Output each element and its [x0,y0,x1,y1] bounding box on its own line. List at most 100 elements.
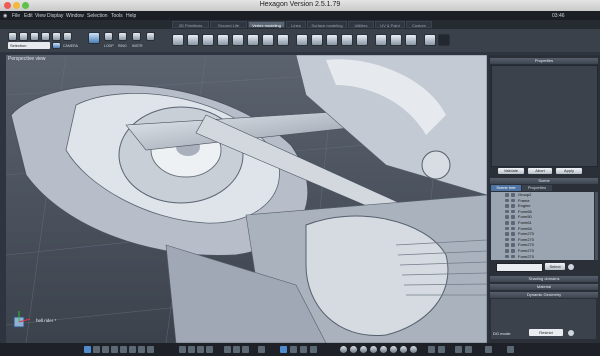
shading-ao-icon[interactable] [410,346,417,353]
shading-texture-icon[interactable] [360,346,367,353]
abort-button[interactable]: Abort [528,168,552,174]
slice-icon[interactable] [232,34,244,46]
lock-icon[interactable] [511,204,515,208]
select-tool-icon[interactable] [88,32,100,44]
universal-icon[interactable] [52,32,61,41]
symmetry-icon[interactable] [326,34,338,46]
sculpt-icon[interactable] [375,34,387,46]
shading-flat-icon[interactable] [340,346,347,353]
bridge-icon[interactable] [262,34,274,46]
shading-shadow-icon[interactable] [400,346,407,353]
frame-icon[interactable] [310,346,317,353]
lock-icon[interactable] [511,221,515,225]
lock-icon[interactable] [511,193,515,197]
view-perspective-icon[interactable] [206,346,213,353]
lock-icon[interactable] [511,254,515,259]
view-side-icon[interactable] [188,346,195,353]
eye-icon[interactable] [505,209,509,214]
view-front-icon[interactable] [179,346,186,353]
grid-icon[interactable] [224,346,231,353]
select-edge-icon[interactable] [118,32,127,41]
layout-single-icon[interactable] [84,346,91,353]
environment-icon[interactable] [438,346,445,353]
eye-icon[interactable] [505,193,509,197]
shading-hidden-icon[interactable] [390,346,397,353]
weld-icon[interactable] [247,34,259,46]
rotate-icon[interactable] [30,32,39,41]
tab-vertex-modeling[interactable]: Vertex modeling [248,21,285,28]
perspective-viewport[interactable] [6,55,487,343]
layout-three-icon[interactable] [102,346,109,353]
lock-icon[interactable] [511,243,515,247]
shading-domains-header[interactable]: Shading domains [490,276,598,282]
tab-uv-paint[interactable]: UV & Paint [375,21,405,28]
instr-label[interactable]: INSTR [132,44,143,48]
undo-icon[interactable] [8,32,17,41]
lock-icon[interactable] [511,232,515,236]
validate-button[interactable]: Validate [498,168,524,174]
layout-six-icon[interactable] [129,346,136,353]
shading-xray-icon[interactable] [380,346,387,353]
tab-properties-scene[interactable]: Properties [522,185,552,191]
menu-edit[interactable]: Edit [24,13,33,19]
shading-wire-icon[interactable] [370,346,377,353]
layout-four-icon[interactable] [111,346,118,353]
tab-second-life[interactable]: Second Life [210,21,247,28]
menu-file[interactable]: File [12,13,20,19]
layout-eight-icon[interactable] [147,346,154,353]
selection-dropdown[interactable]: Selection [8,42,50,49]
layout-seven-icon[interactable] [138,346,145,353]
menu-tools[interactable]: Tools [111,13,123,19]
menu-display[interactable]: Display [47,13,63,19]
dig-icon[interactable] [356,34,368,46]
dynamic-geometry-header[interactable]: Dynamic Geometry [490,292,598,298]
chamfer-icon[interactable] [341,34,353,46]
material-ball-icon[interactable] [455,346,462,353]
select-face-icon[interactable] [132,32,141,41]
lock-icon[interactable] [511,237,515,242]
options-icon[interactable] [568,264,574,270]
tab-lines[interactable]: Lines [286,21,306,28]
smooth-icon[interactable] [277,34,289,46]
move-icon[interactable] [19,32,28,41]
dg-options-icon[interactable] [568,330,574,336]
ring-label[interactable]: RING [118,44,127,48]
eye-icon[interactable] [505,221,509,225]
lock-icon[interactable] [511,209,515,214]
select-button[interactable]: Select [545,263,565,270]
zoom-icon[interactable] [300,346,307,353]
select-vertex-icon[interactable] [104,32,113,41]
inset-icon[interactable] [202,34,214,46]
snap-icon[interactable] [233,346,240,353]
camera-icon[interactable] [63,32,72,41]
scene-tree-scrollbar[interactable] [595,192,598,260]
apply-button[interactable]: Apply [556,168,582,174]
eye-icon[interactable] [505,243,509,247]
eye-icon[interactable] [505,198,509,203]
select-mode-icon[interactable] [52,42,61,49]
layout-two-icon[interactable] [93,346,100,353]
menu-window[interactable]: Window [66,13,84,19]
bevel-icon[interactable] [187,34,199,46]
edge-tool-icon[interactable] [296,34,308,46]
tab-scene-tree[interactable]: Scene tree [491,185,521,191]
paint-icon[interactable] [424,34,436,46]
eye-icon[interactable] [505,249,509,253]
tab-utilities[interactable]: Utilities [348,21,374,28]
render-icon[interactable] [438,34,450,46]
shading-smooth-icon[interactable] [350,346,357,353]
list-item[interactable]: Form270 [491,254,594,260]
orbit-icon[interactable] [290,346,297,353]
lasso-icon[interactable] [311,34,323,46]
scale-icon[interactable] [41,32,50,41]
properties-header[interactable]: Properties [490,58,598,64]
tab-surface-modeling[interactable]: Surface modeling [307,21,347,28]
render-preview-icon[interactable] [485,346,492,353]
menu-help[interactable]: Help [126,13,136,19]
eye-icon[interactable] [505,254,509,259]
select-filter-input[interactable] [496,263,543,272]
extrude-icon[interactable] [172,34,184,46]
tessellate-icon[interactable] [217,34,229,46]
eye-icon[interactable] [505,204,509,208]
light-icon[interactable] [428,346,435,353]
